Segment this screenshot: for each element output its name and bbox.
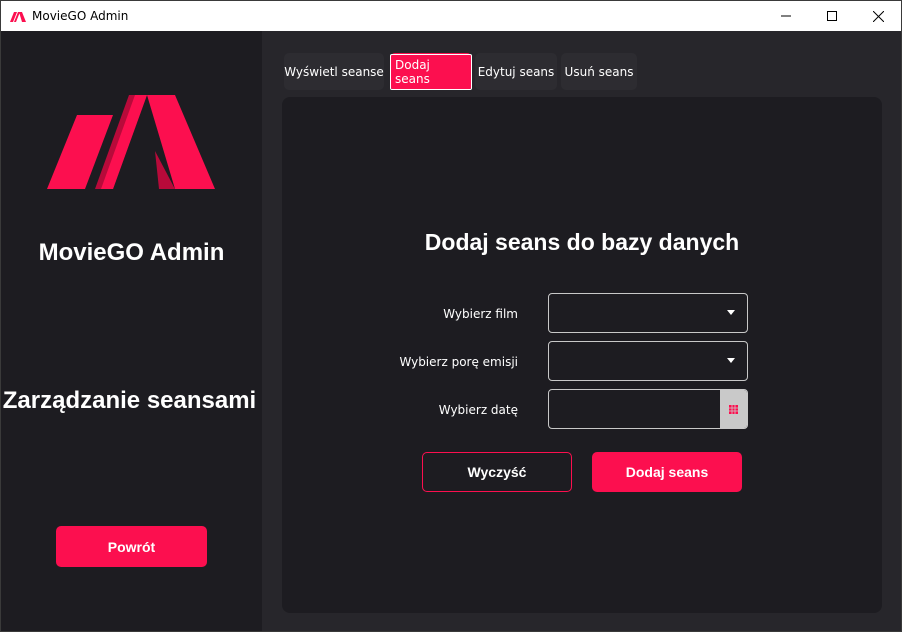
tab-edit-screening[interactable]: Edytuj seans xyxy=(475,53,557,90)
main-content: Wyświetl seanse Dodaj seans Edytuj seans… xyxy=(262,31,901,631)
time-select[interactable] xyxy=(548,341,748,381)
tab-add-screening[interactable]: Dodaj seans xyxy=(390,53,472,90)
date-picker-button[interactable] xyxy=(720,390,747,428)
tab-show-screenings[interactable]: Wyświetl seanse xyxy=(284,53,384,90)
add-screening-button[interactable]: Dodaj seans xyxy=(592,452,742,492)
sidebar: MovieGO Admin Zarządzanie seansami Powró… xyxy=(1,31,262,631)
clear-button[interactable]: Wyczyść xyxy=(422,452,572,492)
calendar-icon xyxy=(729,404,738,414)
moviego-logo xyxy=(47,95,215,189)
minimize-button[interactable] xyxy=(763,1,809,31)
window-title: MovieGO Admin xyxy=(32,9,129,23)
time-label: Wybierz porę emisji xyxy=(399,355,518,369)
tab-label: Wyświetl seanse xyxy=(284,64,384,79)
tab-delete-screening[interactable]: Usuń seans xyxy=(561,53,637,90)
close-button[interactable] xyxy=(855,1,901,31)
movie-label: Wybierz film xyxy=(443,307,518,321)
date-label: Wybierz datę xyxy=(438,403,518,417)
sidebar-title: MovieGO Admin xyxy=(38,239,225,266)
chevron-down-icon xyxy=(727,310,735,315)
date-picker[interactable] xyxy=(548,389,748,429)
tab-label: Usuń seans xyxy=(564,64,634,79)
back-button[interactable]: Powrót xyxy=(56,526,207,567)
tab-label: Dodaj seans xyxy=(390,53,472,90)
app-logo-icon xyxy=(10,12,26,22)
movie-select[interactable] xyxy=(548,293,748,333)
sidebar-subtitle: Zarządzanie seansami xyxy=(2,387,257,414)
form-title: Dodaj seans do bazy danych xyxy=(424,229,740,255)
title-bar: MovieGO Admin xyxy=(1,1,901,31)
maximize-icon xyxy=(827,11,837,21)
minimize-icon xyxy=(781,15,791,17)
tab-label: Edytuj seans xyxy=(477,64,555,79)
chevron-down-icon xyxy=(727,358,735,363)
form-panel: Dodaj seans do bazy danych Wybierz film … xyxy=(282,97,882,613)
maximize-button[interactable] xyxy=(809,1,855,31)
app-window: MovieGO Admin MovieGO Admin Zarządzanie … xyxy=(0,0,902,632)
close-icon xyxy=(872,10,884,22)
